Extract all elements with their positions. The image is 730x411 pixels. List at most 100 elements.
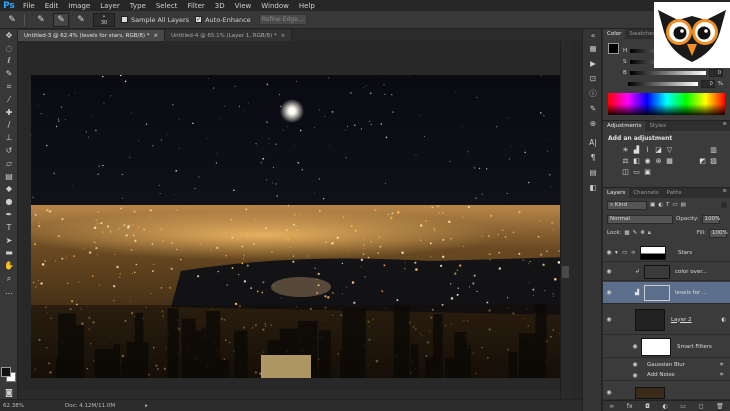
link-icon[interactable]: ∞ <box>609 403 614 410</box>
refine-edge-button[interactable]: Refine Edge... <box>258 14 307 25</box>
photo-filter-icon[interactable]: ◉ <box>643 156 652 166</box>
tab-color[interactable]: Color <box>603 29 626 39</box>
collapse-icon[interactable]: « <box>583 29 603 41</box>
slider-track[interactable] <box>627 81 698 86</box>
eye-icon[interactable]: ◉ <box>629 372 641 379</box>
panel-menu-icon[interactable]: ≡ <box>722 188 730 198</box>
filter-row-add-noise[interactable]: ◉ Add Noise ≑ <box>603 370 730 381</box>
hue-saturation-icon[interactable]: ▥ <box>709 145 718 155</box>
auto-enhance-checkbox[interactable]: ✓ Auto-Enhance <box>195 16 251 24</box>
color-spectrum[interactable] <box>608 93 725 115</box>
crop-tool-icon[interactable]: ⌗ <box>0 80 18 93</box>
brightness-contrast-icon[interactable]: ☀ <box>621 145 630 155</box>
kind-filter-select[interactable]: ⌕ Kind <box>607 200 647 210</box>
panel-menu-icon[interactable]: ≡ <box>722 121 730 131</box>
gradient-tool-icon[interactable]: ▤ <box>0 170 18 183</box>
layer-row-color-overlay[interactable]: ◉ ↲ color over... <box>603 263 730 281</box>
layer-row-partial[interactable]: ◉ <box>603 386 730 400</box>
subtract-selection-icon[interactable]: ✎ <box>73 13 89 27</box>
menu-help[interactable]: Help <box>294 2 320 10</box>
exposure-icon[interactable]: ◪ <box>654 145 663 155</box>
fill-field[interactable]: 100% <box>709 228 728 238</box>
threshold-icon[interactable]: ◫ <box>621 167 630 177</box>
eye-icon[interactable]: ◉ <box>629 343 641 350</box>
layer-row-smart-filters[interactable]: ◉ Smart Filters <box>603 336 730 358</box>
black-white-icon[interactable]: ◧ <box>632 156 641 166</box>
folder-icon[interactable]: ▭ <box>680 403 686 410</box>
quick-selection-tool-icon[interactable]: ✎ <box>0 67 18 80</box>
layer-row-layer-2[interactable]: ◉ Layer 2 ◐ <box>603 305 730 335</box>
status-menu-arrow-icon[interactable]: ▸ <box>145 403 148 409</box>
brush-tool-icon[interactable]: ∕ <box>0 119 18 132</box>
new-layer-icon[interactable]: ◻ <box>699 403 704 410</box>
lock-all-icon[interactable]: 🔒︎ <box>648 230 651 237</box>
character-panel-icon[interactable]: A| <box>583 135 603 150</box>
eye-icon[interactable]: ◉ <box>603 316 615 323</box>
lock-transparent-icon[interactable]: ▩ <box>624 230 629 236</box>
hand-tool-icon[interactable]: ✋ <box>0 259 18 272</box>
adjustment-icon[interactable]: ◐ <box>662 403 667 410</box>
zoom-tool-icon[interactable]: ⌕ <box>0 272 18 285</box>
layer-thumbnail[interactable] <box>644 284 670 301</box>
trash-icon[interactable]: 🗑︎ <box>716 403 724 410</box>
brush-size-picker[interactable]: • 30 <box>93 12 115 27</box>
lasso-tool-icon[interactable]: ℓ <box>0 55 18 68</box>
healing-brush-tool-icon[interactable]: ✚ <box>0 106 18 119</box>
document-canvas[interactable] <box>31 75 568 378</box>
edit-toolbar-icon[interactable]: … <box>0 285 18 298</box>
eye-icon[interactable]: ◉ <box>603 249 615 256</box>
eye-icon[interactable]: ◉ <box>603 389 615 396</box>
color-balance-icon[interactable]: ⚖ <box>621 156 630 166</box>
filter-toggle[interactable] <box>721 202 727 208</box>
filter-pixel-icon[interactable]: ▣ <box>650 202 655 208</box>
blending-options-icon[interactable]: ≑ <box>719 372 724 378</box>
pen-tool-icon[interactable]: ✒ <box>0 208 18 221</box>
clone-stamp-tool-icon[interactable]: ⊥ <box>0 131 18 144</box>
menu-type[interactable]: Type <box>125 2 151 10</box>
brush-panel-icon[interactable]: ✎ <box>583 101 603 116</box>
menu-filter[interactable]: Filter <box>182 2 209 10</box>
blend-mode-select[interactable]: Normal <box>607 214 673 224</box>
tab-channels[interactable]: Channels <box>629 188 662 198</box>
paragraph-panel-icon[interactable]: ¶ <box>583 150 603 165</box>
glyphs-panel-icon[interactable]: ▤ <box>583 165 603 180</box>
slider-value[interactable]: 0 <box>700 79 715 88</box>
foreground-color-swatch[interactable] <box>1 367 11 377</box>
layer-thumbnail[interactable] <box>644 264 670 279</box>
blur-tool-icon[interactable]: ◆ <box>0 183 18 196</box>
eye-icon[interactable]: ◉ <box>603 289 615 296</box>
marquee-tool-icon[interactable]: ◌ <box>0 42 18 55</box>
properties-panel-icon[interactable]: ⊡ <box>583 71 603 86</box>
new-selection-icon[interactable]: ✎ <box>33 13 49 27</box>
dodge-tool-icon[interactable]: ● <box>0 195 18 208</box>
eyedropper-tool-icon[interactable]: ⁄ <box>0 93 18 106</box>
filter-type-icon[interactable]: T <box>666 202 669 208</box>
eraser-tool-icon[interactable]: ▱ <box>0 157 18 170</box>
tab-untitled-3[interactable]: Untitled-3 @ 62.4% (levels for stars, RG… <box>18 30 166 41</box>
menu-window[interactable]: Window <box>256 2 294 10</box>
close-icon[interactable]: × <box>153 33 158 39</box>
color-slider-b[interactable]: B 0 <box>623 67 723 78</box>
move-tool-icon[interactable]: ✥ <box>0 29 18 42</box>
lock-image-icon[interactable]: ✎ <box>633 230 638 236</box>
canvas-area[interactable] <box>19 41 569 399</box>
posterize-icon[interactable]: ▨ <box>709 156 718 166</box>
menu-file[interactable]: File <box>18 2 40 10</box>
clone-source-panel-icon[interactable]: ⊕ <box>583 116 603 131</box>
filter-row-gaussian-blur[interactable]: ◉ Gaussian Blur ≑ <box>603 359 730 370</box>
tab-styles[interactable]: Styles <box>645 121 670 131</box>
filter-mask-thumbnail[interactable] <box>641 337 671 356</box>
sample-all-layers-checkbox[interactable]: Sample All Layers <box>121 16 189 24</box>
eye-icon[interactable]: ◉ <box>603 268 615 275</box>
layer-thumbnail[interactable] <box>635 308 665 331</box>
vertical-scrollbar[interactable] <box>560 41 570 401</box>
scroll-thumb[interactable] <box>562 266 569 278</box>
menu-view[interactable]: View <box>230 2 257 10</box>
chevron-down-icon[interactable]: ▾ <box>615 250 622 256</box>
zoom-level[interactable]: 62.38% <box>3 403 65 409</box>
slider-track[interactable] <box>629 70 706 75</box>
layer-row-levels-for-stars[interactable]: ◉ ▟ levels for ... <box>603 282 730 304</box>
menu-3d[interactable]: 3D <box>210 2 230 10</box>
info-panel-icon[interactable]: ⓘ <box>583 86 603 101</box>
menu-image[interactable]: Image <box>63 2 95 10</box>
